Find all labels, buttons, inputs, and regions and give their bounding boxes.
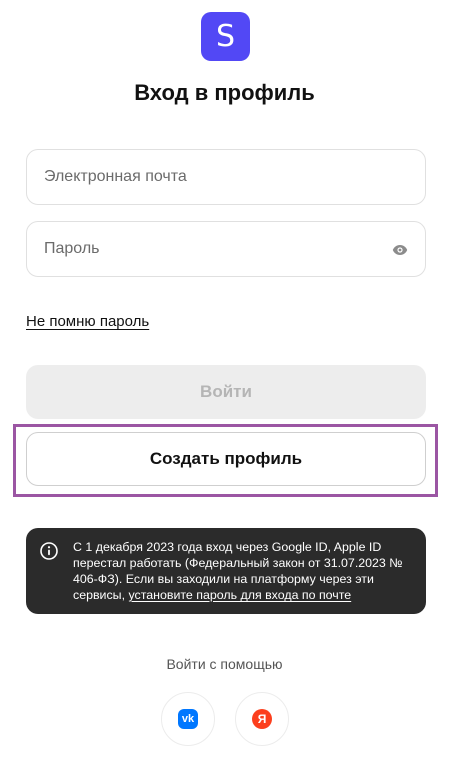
yandex-login-button[interactable]: Я	[235, 692, 289, 746]
login-button[interactable]: Войти	[26, 365, 426, 419]
vk-login-button[interactable]: vk	[161, 692, 215, 746]
notice-banner: С 1 декабря 2023 года вход через Google …	[26, 528, 426, 614]
app-logo: S	[201, 12, 250, 61]
email-field[interactable]	[26, 149, 426, 205]
yandex-icon: Я	[252, 709, 272, 729]
logo-letter: S	[215, 19, 236, 54]
vk-icon: vk	[178, 709, 198, 729]
eye-icon[interactable]	[392, 242, 408, 258]
social-login-label: Войти с помощью	[166, 656, 283, 672]
password-input[interactable]	[44, 240, 374, 258]
page-title: Вход в профиль	[134, 80, 315, 105]
create-profile-button[interactable]: Создать профиль	[26, 432, 426, 486]
password-field[interactable]	[26, 221, 426, 277]
email-input[interactable]	[44, 168, 374, 186]
set-password-link[interactable]: установите пароль для входа по почте	[128, 588, 351, 602]
info-icon	[40, 542, 58, 560]
forgot-password-link[interactable]: Не помню пароль	[26, 313, 149, 330]
